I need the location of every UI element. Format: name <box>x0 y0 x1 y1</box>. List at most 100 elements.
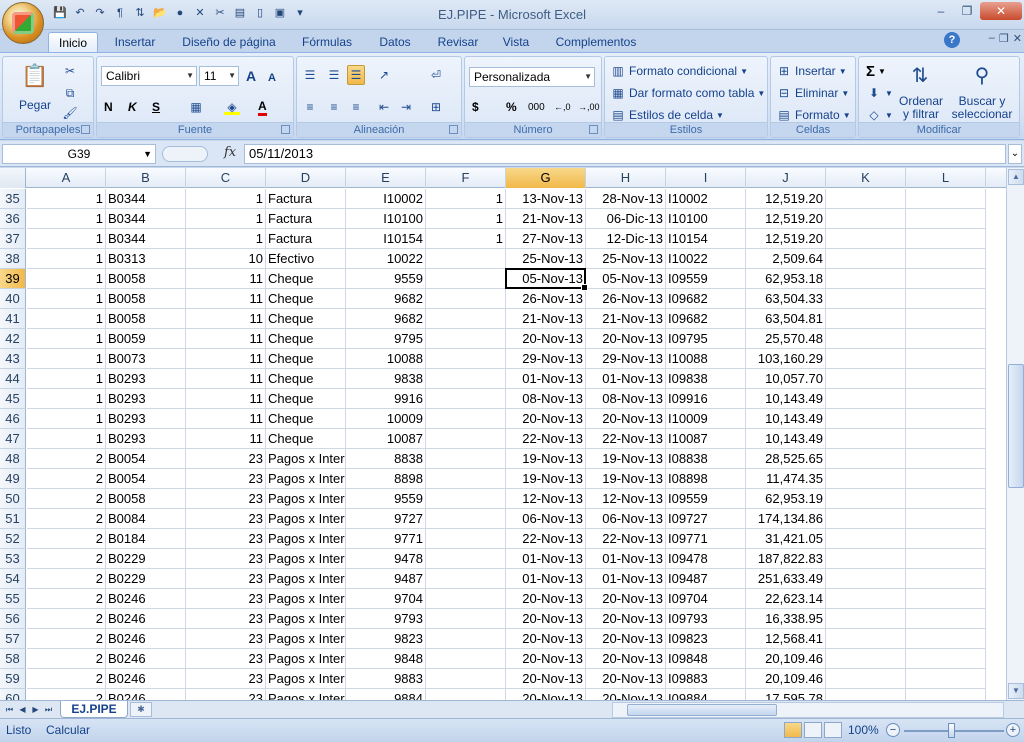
cell-k55[interactable] <box>826 589 906 609</box>
cell-k43[interactable] <box>826 349 906 369</box>
cell-h57[interactable]: 20-Nov-13 <box>586 629 666 649</box>
cell-e42[interactable]: 9795 <box>346 329 426 349</box>
cell-e38[interactable]: 10022 <box>346 249 426 269</box>
maximize-button[interactable]: ❐ <box>954 2 980 20</box>
cell-j54[interactable]: 251,633.49 <box>746 569 826 589</box>
cell-k44[interactable] <box>826 369 906 389</box>
cell-g57[interactable]: 20-Nov-13 <box>506 629 586 649</box>
cell-l47[interactable] <box>906 429 986 449</box>
borders-button[interactable]: ▦ <box>187 97 205 117</box>
sort-filter-button[interactable]: ⇅ <box>905 61 935 91</box>
cell-j45[interactable]: 10,143.49 <box>746 389 826 409</box>
cell-b38[interactable]: B0313 <box>106 249 186 269</box>
cell-d42[interactable]: Cheque <box>266 329 346 349</box>
cell-c43[interactable]: 11 <box>186 349 266 369</box>
column-header-l[interactable]: L <box>906 168 986 188</box>
cell-k51[interactable] <box>826 509 906 529</box>
cell-h36[interactable]: 06-Dic-13 <box>586 209 666 229</box>
scroll-down-icon[interactable]: ▼ <box>1008 683 1024 699</box>
row-header[interactable]: 54 <box>0 569 26 589</box>
cell-g38[interactable]: 25-Nov-13 <box>506 249 586 269</box>
cell-h58[interactable]: 20-Nov-13 <box>586 649 666 669</box>
cell-c48[interactable]: 23 <box>186 449 266 469</box>
cell-i51[interactable]: I09727 <box>666 509 746 529</box>
row-header[interactable]: 35 <box>0 189 26 209</box>
cell-a36[interactable]: 1 <box>27 209 106 229</box>
cell-k35[interactable] <box>826 189 906 209</box>
cell-j44[interactable]: 10,057.70 <box>746 369 826 389</box>
column-header-f[interactable]: F <box>426 168 506 188</box>
cell-c51[interactable]: 23 <box>186 509 266 529</box>
cell-c53[interactable]: 23 <box>186 549 266 569</box>
cell-f36[interactable]: 1 <box>426 209 506 229</box>
cell-a38[interactable]: 1 <box>27 249 106 269</box>
clipboard-launcher[interactable] <box>81 125 90 134</box>
cell-f51[interactable] <box>426 509 506 529</box>
row-header[interactable]: 40 <box>0 289 26 309</box>
cell-d49[interactable]: Pagos x Inter <box>266 469 346 489</box>
cell-f52[interactable] <box>426 529 506 549</box>
cell-d37[interactable]: Factura <box>266 229 346 249</box>
cell-c54[interactable]: 23 <box>186 569 266 589</box>
cell-a40[interactable]: 1 <box>27 289 106 309</box>
cell-c52[interactable]: 23 <box>186 529 266 549</box>
vertical-scrollbar[interactable]: ▲ ▼ <box>1006 168 1024 700</box>
page-layout-view-icon[interactable] <box>804 722 822 738</box>
cell-g53[interactable]: 01-Nov-13 <box>506 549 586 569</box>
cell-b37[interactable]: B0344 <box>106 229 186 249</box>
horizontal-scroll-thumb[interactable] <box>627 704 777 716</box>
currency-button[interactable]: $ <box>471 97 480 117</box>
cell-e41[interactable]: 9682 <box>346 309 426 329</box>
bold-button[interactable]: N <box>103 97 114 117</box>
prev-sheet-icon[interactable]: ◀ <box>17 703 28 716</box>
cell-f54[interactable] <box>426 569 506 589</box>
paste-button[interactable]: 📋 <box>17 61 53 101</box>
tab-diseno-pagina[interactable]: Diseño de página <box>174 32 284 52</box>
name-box[interactable]: G39 ▼ <box>2 144 156 164</box>
cell-e40[interactable]: 9682 <box>346 289 426 309</box>
thousands-button[interactable]: 000 <box>527 97 546 117</box>
cell-f44[interactable] <box>426 369 506 389</box>
cell-j55[interactable]: 22,623.14 <box>746 589 826 609</box>
cell-b46[interactable]: B0293 <box>106 409 186 429</box>
font-launcher[interactable] <box>281 125 290 134</box>
cell-d40[interactable]: Cheque <box>266 289 346 309</box>
cell-a47[interactable]: 1 <box>27 429 106 449</box>
cell-c60[interactable]: 23 <box>186 689 266 700</box>
cell-d36[interactable]: Factura <box>266 209 346 229</box>
cell-i49[interactable]: I08898 <box>666 469 746 489</box>
cell-d45[interactable]: Cheque <box>266 389 346 409</box>
cell-k41[interactable] <box>826 309 906 329</box>
cell-j51[interactable]: 174,134.86 <box>746 509 826 529</box>
cell-f57[interactable] <box>426 629 506 649</box>
cell-l53[interactable] <box>906 549 986 569</box>
cell-b58[interactable]: B0246 <box>106 649 186 669</box>
cell-e44[interactable]: 9838 <box>346 369 426 389</box>
cell-b55[interactable]: B0246 <box>106 589 186 609</box>
insert-function-icon[interactable]: fx <box>224 145 236 160</box>
cell-j47[interactable]: 10,143.49 <box>746 429 826 449</box>
cell-g39[interactable]: 05-Nov-13 <box>506 269 586 289</box>
row-header[interactable]: 52 <box>0 529 26 549</box>
cell-c38[interactable]: 10 <box>186 249 266 269</box>
cell-j35[interactable]: 12,519.20 <box>746 189 826 209</box>
cell-b53[interactable]: B0229 <box>106 549 186 569</box>
cell-g43[interactable]: 29-Nov-13 <box>506 349 586 369</box>
formula-bar-splitter[interactable] <box>162 146 208 162</box>
cell-g60[interactable]: 20-Nov-13 <box>506 689 586 700</box>
cell-i40[interactable]: I09682 <box>666 289 746 309</box>
cell-d47[interactable]: Cheque <box>266 429 346 449</box>
cell-g36[interactable]: 21-Nov-13 <box>506 209 586 229</box>
cell-b40[interactable]: B0058 <box>106 289 186 309</box>
cell-h51[interactable]: 06-Nov-13 <box>586 509 666 529</box>
cell-d55[interactable]: Pagos x Inter <box>266 589 346 609</box>
cell-g58[interactable]: 20-Nov-13 <box>506 649 586 669</box>
column-header-g[interactable]: G <box>506 168 586 188</box>
cell-h48[interactable]: 19-Nov-13 <box>586 449 666 469</box>
cell-c46[interactable]: 11 <box>186 409 266 429</box>
cell-k58[interactable] <box>826 649 906 669</box>
cell-l58[interactable] <box>906 649 986 669</box>
cell-l42[interactable] <box>906 329 986 349</box>
column-header-e[interactable]: E <box>346 168 426 188</box>
cell-h35[interactable]: 28-Nov-13 <box>586 189 666 209</box>
